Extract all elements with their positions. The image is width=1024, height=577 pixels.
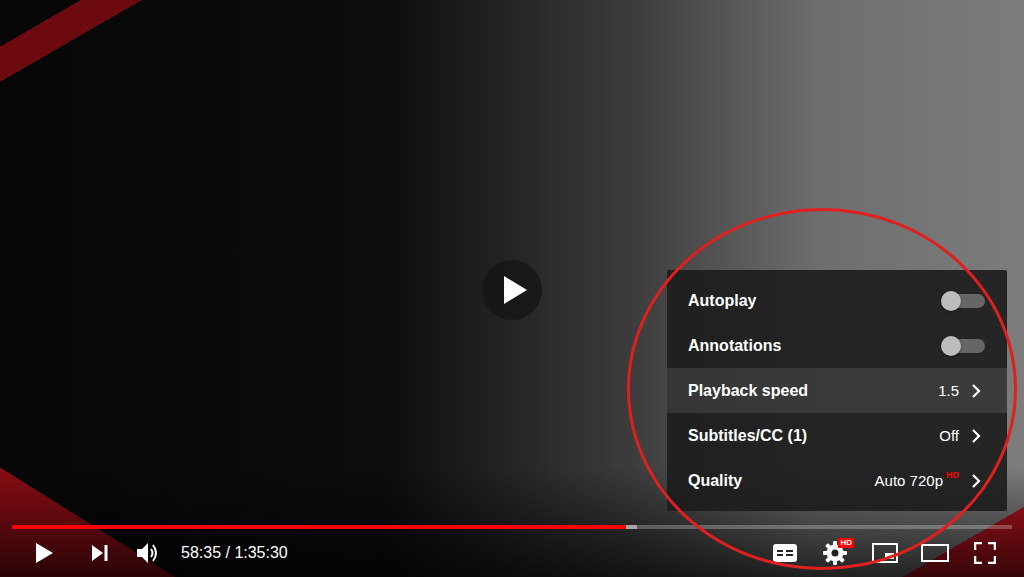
play-icon (34, 542, 54, 564)
toggle-knob (941, 336, 961, 356)
settings-menu-item[interactable]: Annotations (667, 323, 1007, 368)
menu-item-label: Subtitles/CC (1) (688, 427, 807, 445)
menu-item-label: Playback speed (688, 382, 808, 400)
video-player[interactable]: Autoplay Annotations Playback speed 1.5 Subt… (0, 0, 1024, 577)
volume-button[interactable] (124, 529, 172, 577)
miniplayer-icon (872, 543, 898, 563)
settings-menu: Autoplay Annotations Playback speed 1.5 Subt… (667, 270, 1007, 511)
player-controls: 58:35 / 1:35:30 HD (0, 525, 1024, 577)
play-button[interactable] (12, 529, 76, 577)
miniplayer-button[interactable] (860, 529, 910, 577)
settings-menu-item[interactable]: Quality Auto 720pHD (667, 458, 1007, 503)
captions-icon (773, 544, 797, 562)
theater-button[interactable] (910, 529, 960, 577)
time-display: 58:35 / 1:35:30 (181, 544, 288, 562)
chevron-right-icon (971, 473, 981, 489)
big-play-button[interactable] (482, 260, 542, 320)
menu-item-value: Off (939, 427, 959, 444)
menu-item-label: Autoplay (688, 292, 756, 310)
play-icon (502, 275, 528, 305)
hd-badge: HD (838, 538, 854, 548)
volume-icon (136, 542, 160, 564)
left-controls: 58:35 / 1:35:30 (12, 529, 288, 577)
menu-item-label: Annotations (688, 337, 781, 355)
captions-button[interactable] (760, 529, 810, 577)
hd-badge: HD (946, 470, 959, 480)
settings-button[interactable]: HD (810, 529, 860, 577)
next-button[interactable] (76, 529, 124, 577)
toggle-knob (941, 291, 961, 311)
menu-item-value-group: 1.5 (938, 382, 987, 399)
chevron-right-icon (971, 383, 981, 399)
menu-item-value-group: Off (939, 427, 987, 444)
chevron-right-icon (971, 428, 981, 444)
menu-item-value: 1.5 (938, 382, 959, 399)
control-bar: 58:35 / 1:35:30 HD (0, 529, 1024, 577)
fullscreen-icon (974, 542, 996, 564)
settings-menu-item[interactable]: Autoplay (667, 278, 1007, 323)
toggle-switch[interactable] (941, 290, 987, 312)
toggle-switch[interactable] (941, 335, 987, 357)
menu-item-label: Quality (688, 472, 742, 490)
menu-item-value: Auto 720p (875, 472, 943, 489)
settings-menu-item[interactable]: Subtitles/CC (1) Off (667, 413, 1007, 458)
next-icon (91, 544, 109, 562)
theater-icon (921, 544, 949, 562)
menu-item-value-group: Auto 720pHD (875, 472, 987, 489)
right-controls: HD (760, 529, 1010, 577)
fullscreen-button[interactable] (960, 529, 1010, 577)
settings-menu-item[interactable]: Playback speed 1.5 (667, 368, 1007, 413)
